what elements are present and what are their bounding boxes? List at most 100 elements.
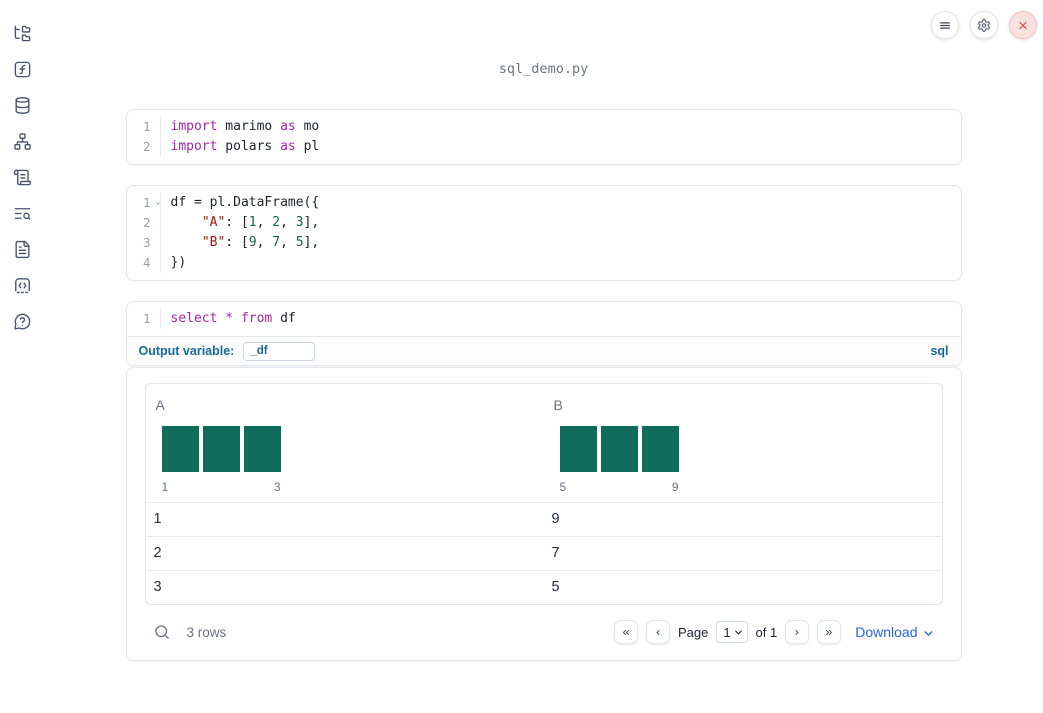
page-select-value: 1	[723, 624, 731, 640]
table-cell: 5	[551, 579, 560, 595]
code-token: marimo	[217, 119, 281, 134]
column-header-b[interactable]: B59	[544, 384, 942, 502]
menu-button[interactable]	[931, 11, 959, 39]
fold-chevron-icon[interactable]: ⌄	[155, 192, 160, 212]
code-token: 3	[295, 215, 304, 230]
table-row[interactable]: 35	[145, 570, 942, 604]
code-line: import marimo as mo	[171, 117, 320, 137]
line-number: 2	[142, 215, 151, 230]
code-token: "B"	[201, 235, 226, 250]
line-number: 1	[142, 311, 151, 326]
code-token: ,	[256, 235, 273, 250]
sidebar-item-help[interactable]	[13, 312, 32, 331]
histogram-bar	[641, 426, 679, 472]
code-token: ],	[303, 215, 320, 230]
code-line: })	[171, 253, 320, 273]
scroll-icon	[13, 169, 31, 186]
line-number: 2	[142, 139, 151, 154]
histogram-bar	[243, 426, 281, 472]
page-label: Page	[677, 624, 709, 640]
code-token: 2	[272, 215, 281, 230]
output-variable-input[interactable]	[243, 341, 316, 361]
column-header-a[interactable]: A13	[146, 384, 544, 502]
code-token: "A"	[201, 215, 226, 230]
sidebar-item-documentation[interactable]	[13, 240, 32, 259]
table-row[interactable]: 27	[145, 536, 942, 570]
text-search-icon	[14, 208, 31, 220]
code-box-icon	[14, 278, 30, 294]
line-number: 4	[142, 255, 151, 270]
code-token: pl	[295, 139, 320, 154]
code-token: mo	[295, 119, 320, 134]
code-editor[interactable]: 1 2 import marimo as mo import polars as pl	[127, 110, 961, 164]
code-token: df	[272, 311, 296, 326]
code-token: 5	[295, 235, 304, 250]
code-token: import	[170, 119, 218, 134]
first-page-button[interactable]	[613, 620, 638, 644]
code-content: import marimo as mo import polars as pl	[161, 117, 320, 157]
code-token: 1	[248, 215, 257, 230]
histogram-bar	[161, 426, 199, 472]
code-token: polars	[217, 139, 281, 154]
sql-cell-footer: Output variable: sql	[126, 336, 961, 365]
histogram-bar	[202, 426, 240, 472]
sidebar-panel-switcher	[0, 0, 44, 713]
sidebar-item-file-explorer[interactable]	[13, 24, 32, 43]
code-editor[interactable]: 1 select * from df	[127, 302, 961, 336]
table-row[interactable]: 19	[145, 502, 942, 536]
code-token: select	[170, 311, 218, 326]
chevron-down-icon	[734, 630, 742, 634]
axis-max-label: 9	[671, 480, 679, 494]
database-icon	[14, 97, 30, 114]
line-number: 1	[142, 119, 151, 134]
line-numbers: 1 ⌄ 2 3 4	[127, 193, 161, 273]
table-cell: 7	[551, 545, 560, 561]
sql-output-area: A13B59 192735 3 rows Page 1 of 1 Downloa…	[125, 367, 962, 661]
axis-max-label: 3	[273, 480, 281, 494]
topbar-actions	[931, 11, 1037, 39]
code-line: "A": [1, 2, 3],	[171, 213, 320, 233]
next-page-button[interactable]	[785, 620, 810, 644]
sidebar-item-dependency-graph[interactable]	[13, 132, 32, 151]
code-token: ],	[303, 235, 320, 250]
help-bubble-icon	[13, 313, 30, 330]
column-histogram: 59	[559, 426, 679, 494]
sidebar-item-data-sources[interactable]	[13, 96, 32, 115]
notebook-filename: sql_demo.py	[498, 61, 589, 77]
dataframe-cell: 1 ⌄ 2 3 4 df = pl.DataFrame({ "A": [1, 2, 3],…	[125, 185, 962, 281]
sidebar-item-variables[interactable]	[13, 60, 32, 79]
page-select[interactable]: 1	[716, 621, 748, 643]
download-label: Download	[855, 624, 918, 640]
code-token: ,	[256, 215, 273, 230]
code-token: as	[280, 139, 296, 154]
previous-page-button[interactable]	[645, 620, 670, 644]
axis-min-label: 5	[559, 480, 567, 494]
axis-min-label: 1	[161, 480, 169, 494]
sidebar-item-logs[interactable]	[13, 204, 32, 223]
column-name: B	[553, 397, 563, 413]
code-content: df = pl.DataFrame({ "A": [1, 2, 3], "B":…	[161, 193, 320, 273]
notebook-area: sql_demo.py 1 2 import marimo as mo import …	[44, 0, 1043, 661]
column-name: A	[155, 397, 165, 413]
code-editor[interactable]: 1 ⌄ 2 3 4 df = pl.DataFrame({ "A": [1, 2, 3],…	[127, 186, 961, 280]
table-cell: 9	[551, 511, 560, 527]
sidebar-item-scratchpad[interactable]	[13, 168, 32, 187]
imports-cell: 1 2 import marimo as mo import polars as pl	[125, 109, 962, 165]
shutdown-button[interactable]	[1009, 11, 1037, 39]
sidebar-item-snippets[interactable]	[13, 276, 32, 295]
search-icon[interactable]	[153, 623, 171, 641]
table-cell: 1	[153, 511, 162, 527]
line-number: 3	[142, 235, 151, 250]
histogram-bar	[600, 426, 638, 472]
code-token: 7	[272, 235, 281, 250]
line-number: 1 ⌄	[127, 192, 161, 213]
settings-button[interactable]	[970, 11, 998, 39]
code-line: select * from df	[171, 309, 296, 329]
download-button[interactable]: Download	[855, 624, 934, 640]
histogram-axis: 13	[162, 480, 281, 494]
pagination: Page 1 of 1	[613, 620, 842, 644]
last-page-button[interactable]	[817, 620, 842, 644]
